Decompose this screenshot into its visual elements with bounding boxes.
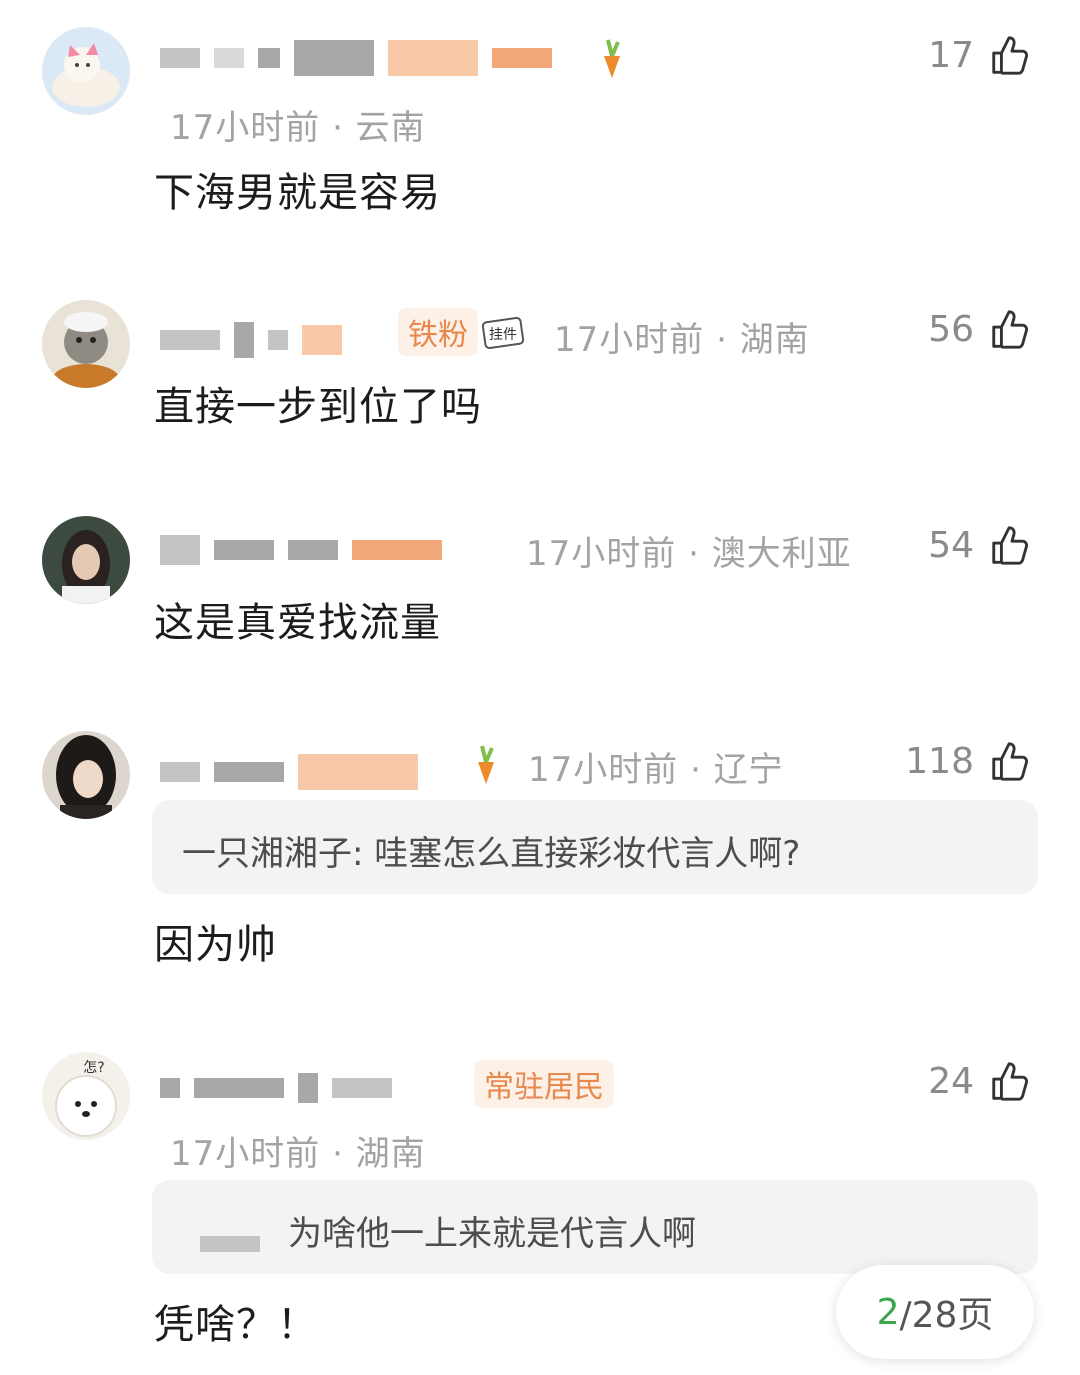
comment-item: 怎? 常驻居民 17小时前 · 湖南 24 为啥他一上来就是代言人啊 凭啥？！ bbox=[0, 0, 1080, 1375]
current-page: 2 bbox=[876, 1291, 900, 1333]
thumb-up-icon[interactable] bbox=[988, 1058, 1034, 1104]
quoted-user-blurred bbox=[200, 1236, 260, 1252]
comment-meta: 17小时前 · 湖南 bbox=[170, 1134, 426, 1174]
comment-text: 凭啥？！ bbox=[154, 1302, 318, 1348]
quoted-reply-text: 为啥他一上来就是代言人啊 bbox=[288, 1214, 696, 1254]
like-count: 24 bbox=[928, 1060, 974, 1102]
resident-badge: 常驻居民 bbox=[474, 1060, 614, 1108]
page-indicator[interactable]: 2/28页 bbox=[836, 1265, 1034, 1359]
avatar-caption: 怎? bbox=[83, 1060, 104, 1076]
quoted-reply[interactable]: 为啥他一上来就是代言人啊 bbox=[152, 1180, 1038, 1274]
user-avatar[interactable]: 怎? bbox=[42, 1052, 130, 1140]
total-pages: /28页 bbox=[899, 1295, 994, 1336]
username-blurred[interactable] bbox=[160, 1068, 392, 1108]
like-button[interactable]: 24 bbox=[928, 1058, 1034, 1104]
